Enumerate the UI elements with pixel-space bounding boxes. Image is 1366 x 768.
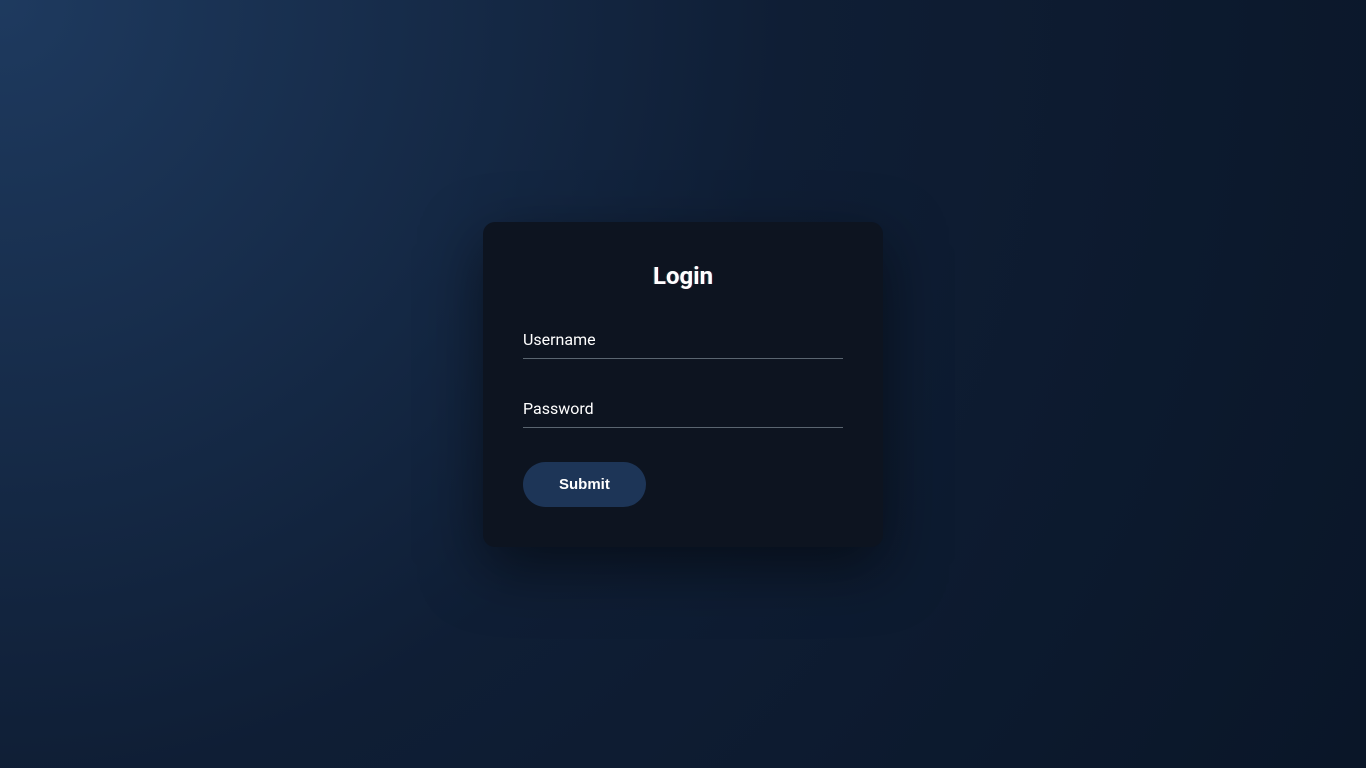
submit-button[interactable]: Submit [523, 462, 646, 507]
login-card: Login Username Password Submit [483, 222, 883, 547]
login-title: Login [523, 262, 843, 290]
password-field-wrapper: Password [523, 389, 843, 428]
username-field-wrapper: Username [523, 320, 843, 359]
password-input[interactable] [523, 389, 843, 428]
username-input[interactable] [523, 320, 843, 359]
